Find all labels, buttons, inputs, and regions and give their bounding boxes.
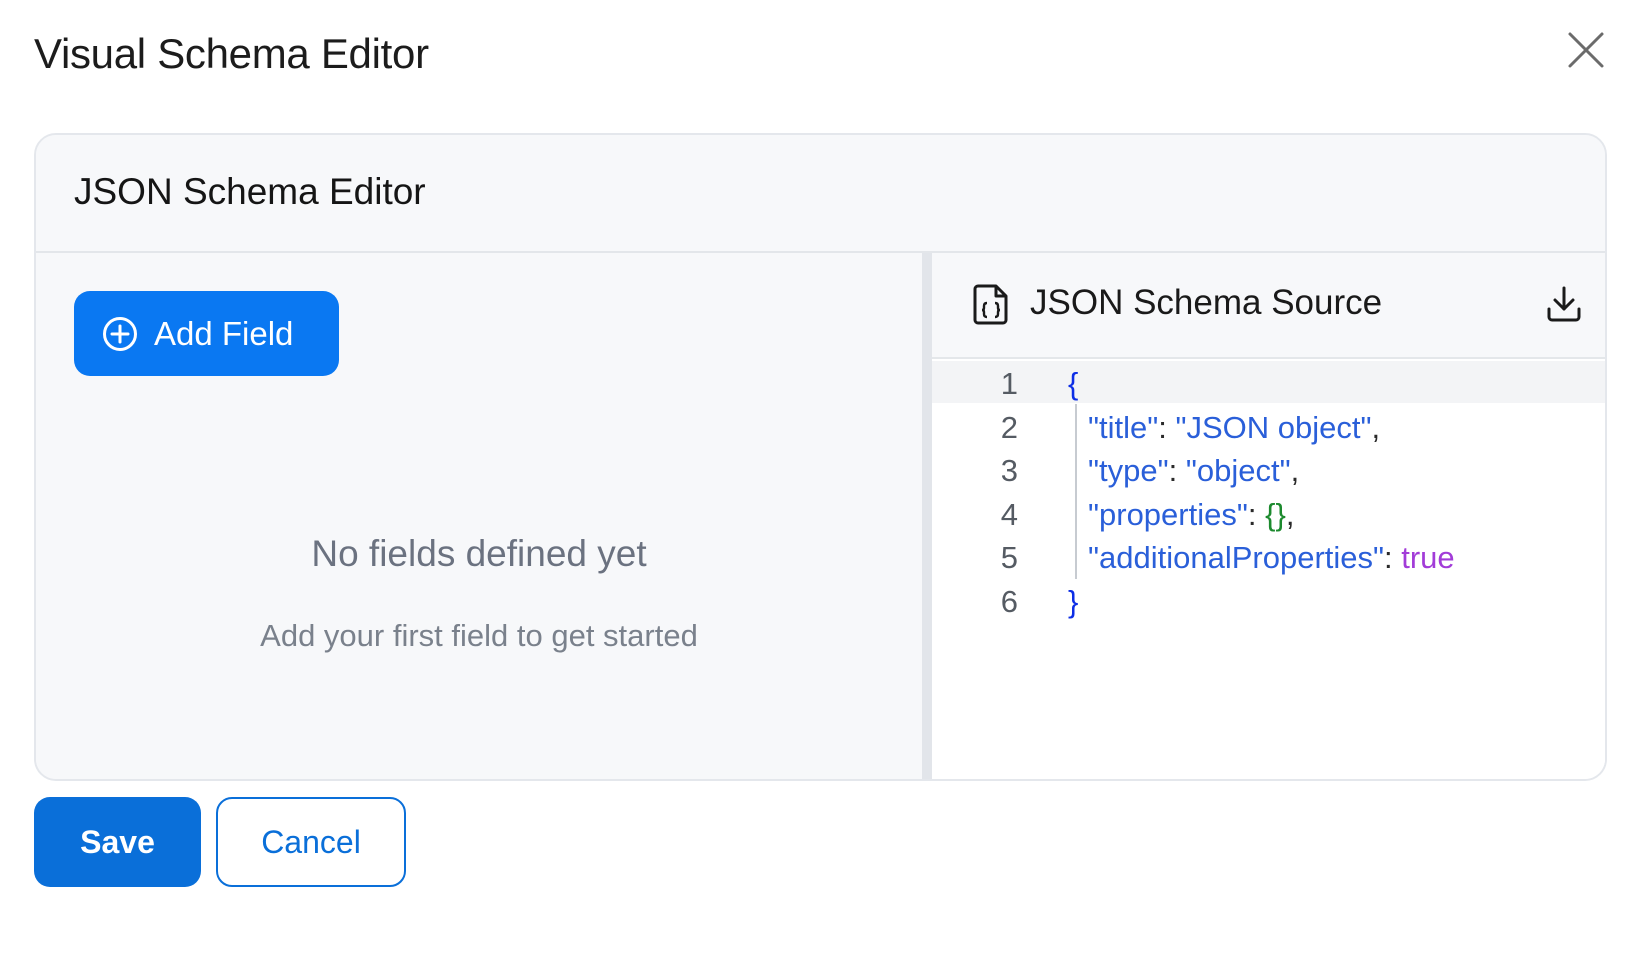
close-icon [1568, 32, 1604, 68]
empty-state-title: No fields defined yet [311, 533, 647, 574]
code-token: , [1285, 496, 1295, 532]
panel-header: JSON Schema Editor [36, 135, 1605, 253]
code-token: true [1401, 540, 1455, 575]
code-token: "type" [1088, 453, 1169, 488]
dialog-title: Visual Schema Editor [34, 30, 429, 77]
line-number: 4 [1000, 496, 1018, 532]
download-icon [1547, 286, 1581, 322]
line-number: 3 [1000, 453, 1018, 488]
code-token: "object" [1185, 453, 1291, 488]
code-text: "additionalProperties": true [1088, 535, 1455, 580]
code-text: } [1068, 579, 1078, 624]
cancel-button[interactable]: Cancel [216, 797, 406, 887]
schema-source-pane: JSON Schema Source 1{2 "title": "JSON obj… [932, 253, 1605, 779]
code-token: , [1290, 453, 1300, 488]
code-editor[interactable]: 1{2 "title": "JSON object", 3 "type": "obje… [932, 359, 1605, 779]
code-line: 6} [932, 579, 1605, 624]
add-field-button[interactable]: Add Field [74, 291, 339, 376]
json-file-icon [973, 284, 1008, 325]
pane-splitter[interactable] [922, 253, 932, 779]
code-token: {} [1265, 496, 1286, 532]
save-button[interactable]: Save [34, 797, 201, 887]
code-token: "additionalProperties" [1088, 540, 1385, 575]
empty-state-subtitle: Add your first field to get started [260, 618, 698, 653]
close-button[interactable] [1566, 30, 1606, 70]
code-token: { [1068, 366, 1079, 401]
code-token: "JSON object" [1175, 409, 1372, 445]
code-text: "properties": {}, [1088, 492, 1294, 537]
code-token: "title" [1088, 409, 1159, 445]
json-schema-editor-panel: JSON Schema Editor Add Field No fields d… [34, 133, 1607, 781]
code-token: , [1371, 409, 1381, 445]
download-button[interactable] [1544, 283, 1584, 325]
line-number: 1 [1000, 366, 1018, 401]
plus-circle-icon [103, 316, 137, 351]
panel-title: JSON Schema Editor [74, 171, 426, 212]
line-number: 2 [1000, 409, 1018, 445]
code-text: "type": "object", [1088, 448, 1299, 493]
code-line: 2 "title": "JSON object", [932, 405, 1605, 450]
source-title: JSON Schema Source [1030, 283, 1383, 322]
code-line: 1{ [932, 361, 1605, 406]
code-token: : [1168, 453, 1186, 488]
code-token: : [1384, 540, 1402, 575]
code-line: 5 "additionalProperties": true [932, 535, 1605, 580]
code-token: "properties" [1088, 496, 1248, 532]
add-field-label: Add Field [154, 314, 294, 352]
code-line: 3 "type": "object", [932, 448, 1605, 493]
schema-editor-dialog: Visual Schema Editor JSON Schema Editor … [0, 0, 1640, 959]
source-header: JSON Schema Source [932, 253, 1605, 359]
line-number: 6 [1000, 583, 1018, 619]
fields-pane: Add Field No fields defined yet Add your… [36, 253, 922, 779]
line-number: 5 [1000, 540, 1018, 575]
code-line: 4 "properties": {}, [932, 492, 1605, 537]
code-text: { [1068, 361, 1078, 406]
code-token: : [1247, 496, 1266, 532]
code-text: "title": "JSON object", [1088, 405, 1380, 450]
code-token: : [1158, 409, 1176, 445]
code-token: } [1068, 583, 1079, 619]
